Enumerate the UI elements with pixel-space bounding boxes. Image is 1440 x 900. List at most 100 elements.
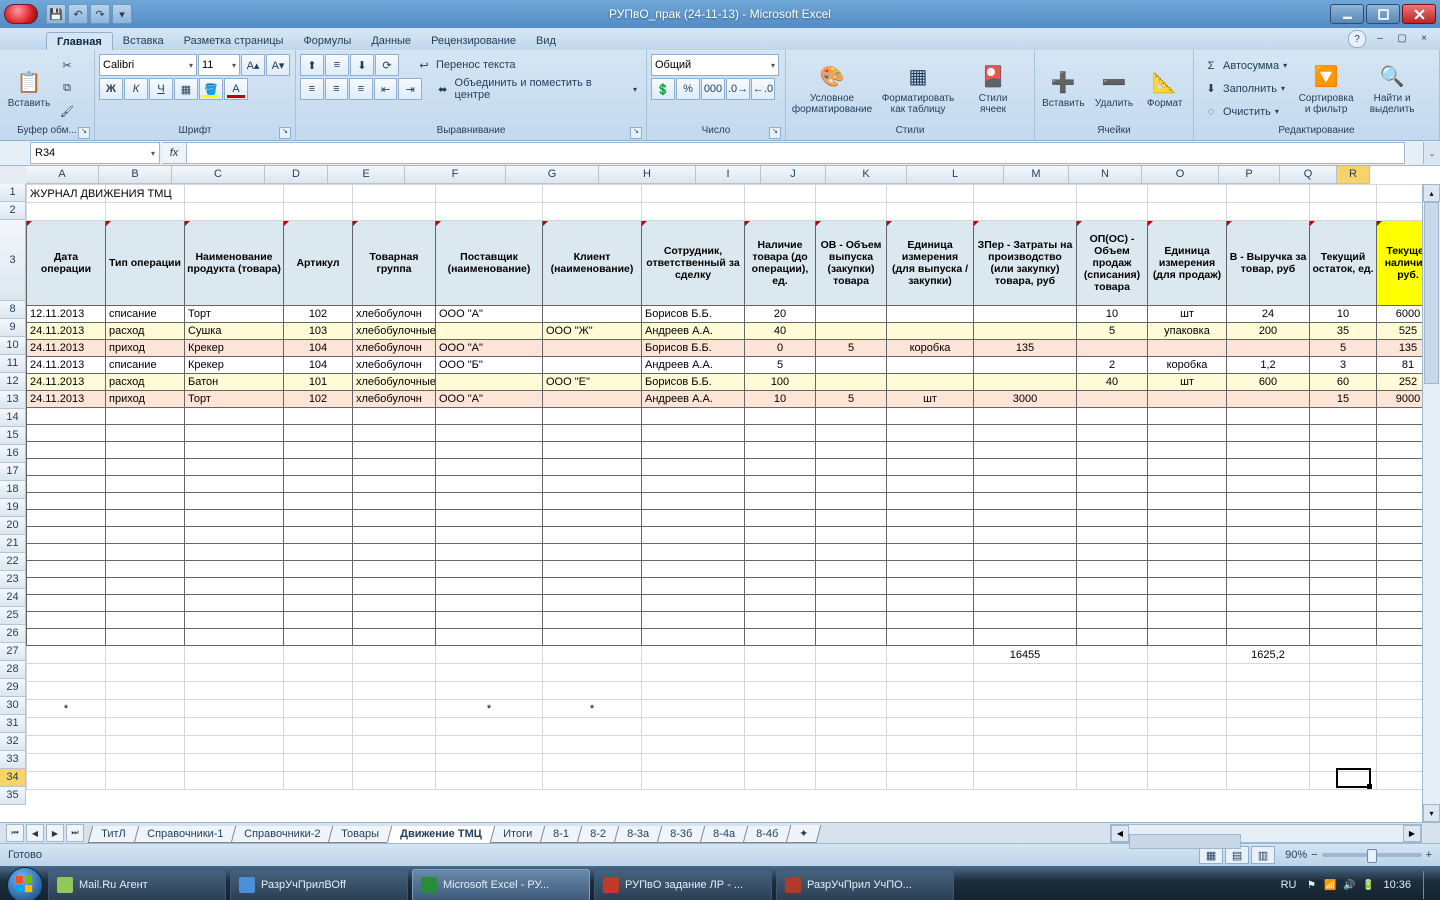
data-cell[interactable] — [1077, 391, 1148, 408]
col-header-F[interactable]: F — [405, 166, 506, 184]
col-header-H[interactable]: H — [599, 166, 696, 184]
cell[interactable] — [436, 476, 543, 493]
data-cell[interactable]: 104 — [284, 340, 353, 357]
cell[interactable] — [745, 629, 816, 646]
launcher-icon[interactable]: ↘ — [769, 127, 781, 139]
cell[interactable] — [27, 493, 106, 510]
cell[interactable] — [185, 544, 284, 561]
cell[interactable] — [436, 718, 543, 736]
cell[interactable] — [642, 682, 745, 700]
table-header[interactable]: Текущий остаток, ед. — [1310, 221, 1377, 306]
data-cell[interactable]: Батон — [185, 374, 284, 391]
cell[interactable] — [436, 493, 543, 510]
data-cell[interactable]: хлебобулочн — [353, 340, 436, 357]
data-cell[interactable]: Борисов Б.Б. — [642, 306, 745, 323]
sheet-tab[interactable]: Итоги — [490, 826, 546, 843]
cell[interactable] — [106, 664, 185, 682]
cell[interactable] — [887, 772, 974, 790]
cell[interactable] — [1227, 682, 1310, 700]
cell[interactable] — [353, 754, 436, 772]
data-cell[interactable]: приход — [106, 391, 185, 408]
data-cell[interactable]: ООО "Ж" — [543, 323, 642, 340]
cell[interactable] — [284, 185, 353, 203]
align-top-icon[interactable]: ⬆ — [300, 54, 324, 76]
data-cell[interactable]: 40 — [1077, 374, 1148, 391]
cell[interactable] — [642, 561, 745, 578]
cell[interactable] — [106, 754, 185, 772]
cell[interactable] — [27, 595, 106, 612]
cell[interactable] — [1077, 664, 1148, 682]
cell[interactable] — [1148, 185, 1227, 203]
cell[interactable] — [106, 682, 185, 700]
data-cell[interactable]: расход — [106, 323, 185, 340]
cell[interactable] — [543, 510, 642, 527]
data-cell[interactable]: Андреев А.А. — [642, 391, 745, 408]
cell[interactable] — [816, 442, 887, 459]
cell[interactable] — [284, 772, 353, 790]
data-cell[interactable] — [887, 374, 974, 391]
format-cells-button[interactable]: 📐Формат — [1140, 53, 1189, 125]
cell[interactable] — [1227, 772, 1310, 790]
launcher-icon[interactable]: ↘ — [78, 127, 90, 139]
cell[interactable] — [185, 682, 284, 700]
cell[interactable] — [974, 527, 1077, 544]
cell[interactable] — [284, 544, 353, 561]
row-header-12[interactable]: 12 — [0, 373, 26, 391]
cell[interactable] — [1148, 544, 1227, 561]
cell[interactable] — [1227, 527, 1310, 544]
cell[interactable] — [436, 510, 543, 527]
cell[interactable] — [974, 754, 1077, 772]
cell[interactable] — [436, 664, 543, 682]
data-cell[interactable] — [887, 306, 974, 323]
cell[interactable] — [887, 700, 974, 718]
find-select-button[interactable]: 🔍Найти и выделить — [1360, 53, 1424, 125]
fill-color-icon[interactable]: 🪣 — [199, 78, 223, 100]
cell[interactable] — [1148, 664, 1227, 682]
data-cell[interactable]: 10 — [745, 391, 816, 408]
cell[interactable] — [185, 527, 284, 544]
launcher-icon[interactable]: ↘ — [279, 127, 291, 139]
cell[interactable] — [745, 442, 816, 459]
cell[interactable] — [1227, 203, 1310, 221]
data-cell[interactable]: 24.11.2013 — [27, 323, 106, 340]
cell[interactable] — [642, 754, 745, 772]
row-header-29[interactable]: 29 — [0, 679, 26, 697]
cell[interactable] — [887, 510, 974, 527]
cell[interactable] — [974, 493, 1077, 510]
cell[interactable]: * — [27, 700, 106, 718]
cell[interactable] — [106, 772, 185, 790]
cell[interactable] — [27, 682, 106, 700]
row-header-32[interactable]: 32 — [0, 733, 26, 751]
cell[interactable] — [1148, 700, 1227, 718]
decrease-indent-icon[interactable]: ⇤ — [374, 78, 398, 100]
col-header-J[interactable]: J — [761, 166, 826, 184]
col-header-I[interactable]: I — [696, 166, 761, 184]
data-cell[interactable] — [1148, 391, 1227, 408]
cell[interactable] — [816, 493, 887, 510]
cell[interactable] — [27, 754, 106, 772]
cell[interactable] — [353, 510, 436, 527]
cell[interactable] — [543, 612, 642, 629]
data-cell[interactable] — [543, 340, 642, 357]
data-cell[interactable]: 10 — [1077, 306, 1148, 323]
cell[interactable] — [745, 203, 816, 221]
data-cell[interactable]: ООО "Е" — [543, 374, 642, 391]
data-cell[interactable] — [436, 374, 543, 391]
sheet-tab[interactable]: ТитЛ — [88, 826, 139, 843]
table-header[interactable]: ОП(ОС) - Объем продаж (списания) товара — [1077, 221, 1148, 306]
cell[interactable] — [974, 459, 1077, 476]
cell[interactable] — [816, 736, 887, 754]
cell[interactable] — [185, 754, 284, 772]
row-header-20[interactable]: 20 — [0, 517, 26, 535]
tray-flag-icon[interactable]: ⚑ — [1304, 878, 1318, 892]
data-cell[interactable]: 600 — [1227, 374, 1310, 391]
cell[interactable] — [1227, 718, 1310, 736]
col-header-B[interactable]: B — [99, 166, 172, 184]
cell[interactable] — [745, 476, 816, 493]
cell[interactable] — [974, 578, 1077, 595]
data-cell[interactable]: 40 — [745, 323, 816, 340]
data-cell[interactable] — [816, 374, 887, 391]
data-cell[interactable]: приход — [106, 340, 185, 357]
cell[interactable] — [887, 595, 974, 612]
formula-input[interactable] — [187, 142, 1405, 164]
